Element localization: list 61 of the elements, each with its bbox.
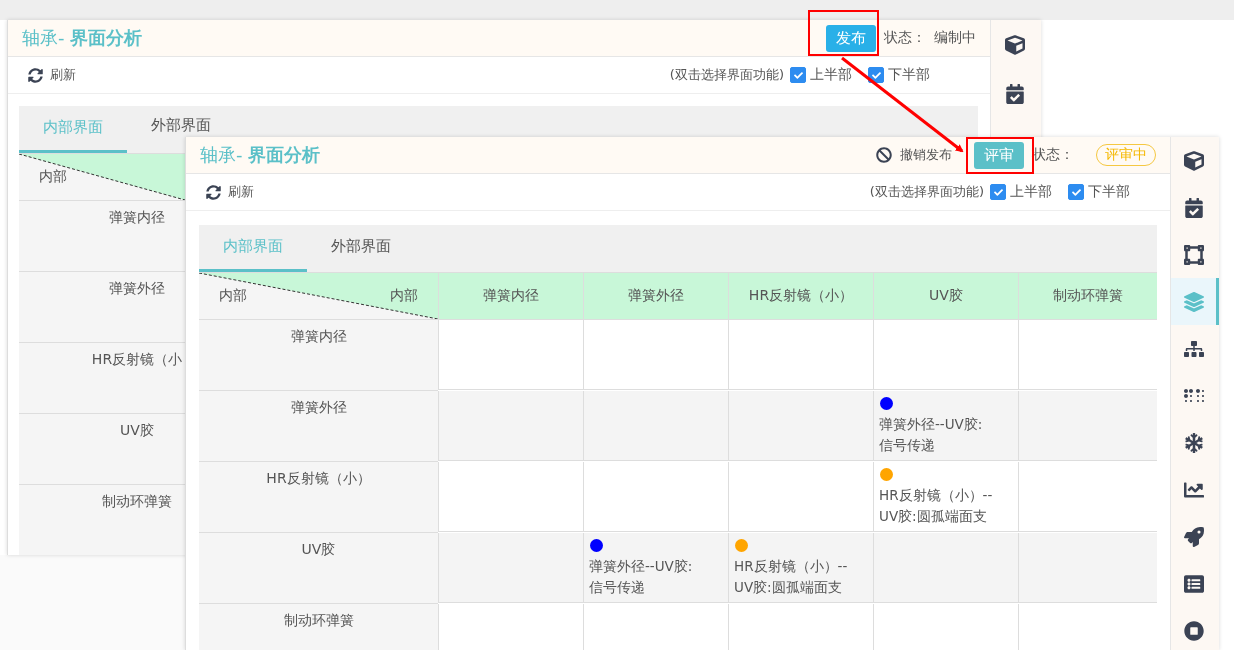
status-text: 编制中: [934, 29, 976, 47]
checkmark-icon: [793, 70, 803, 80]
cube-icon: [1183, 150, 1204, 171]
column-header: 弹簧内径: [438, 273, 583, 320]
checkbox-label: 下半部: [888, 66, 930, 84]
tab[interactable]: 外部界面: [307, 225, 415, 272]
calendar-check-icon: [1183, 197, 1204, 218]
hint-text: (双击选择界面功能): [869, 183, 984, 201]
checkbox[interactable]: [1068, 184, 1084, 200]
stop-icon: [1183, 620, 1204, 641]
list-icon: [1183, 573, 1204, 594]
interface-entry: 弹簧外径--UV胶:信号传递: [589, 557, 694, 597]
checkbox[interactable]: [790, 67, 806, 83]
row-header: HR反射镜（小）: [199, 462, 438, 533]
interface-entry: HR反射镜（小）--UV胶:圆孤端面支: [879, 486, 993, 526]
checkbox-label: 下半部: [1088, 183, 1130, 201]
tab[interactable]: 外部界面: [127, 106, 235, 138]
square-frame-icon: [1183, 244, 1204, 265]
refresh-icon: [206, 184, 221, 200]
checkbox-label: 上半部: [810, 66, 852, 84]
window-title: 轴承- 界面分析: [200, 143, 322, 167]
row-header: 弹簧外径: [199, 391, 438, 462]
column-header: UV胶: [873, 273, 1018, 320]
checkmark-icon: [993, 187, 1003, 197]
hierarchy-icon: [1183, 338, 1204, 359]
row-header: HR反射镜（小: [19, 343, 185, 414]
corner-label: 内部: [219, 287, 247, 305]
highlight-frame: [808, 10, 879, 56]
refresh-button[interactable]: 刷新: [28, 66, 664, 84]
status-label: 状态：: [884, 29, 926, 47]
row-header: UV胶: [19, 414, 185, 485]
row-header: 制动环弹簧: [199, 604, 438, 650]
checkmark-icon: [1071, 187, 1081, 197]
revoke-button[interactable]: 撤销发布: [876, 146, 966, 164]
refresh-icon: [28, 67, 43, 83]
row-header: 弹簧外径: [19, 272, 185, 343]
row-header: 弹簧内径: [199, 320, 438, 391]
rocket-icon: [1183, 526, 1204, 547]
checkbox[interactable]: [990, 184, 1006, 200]
refresh-button[interactable]: 刷新: [206, 183, 864, 201]
corner-label: 内部: [390, 287, 418, 305]
row-header: 制动环弹簧: [19, 485, 185, 555]
column-header: 制动环弹簧: [1018, 273, 1157, 320]
interface-entry: HR反射镜（小）--UV胶:圆孤端面支: [734, 557, 848, 597]
cube-icon: [1004, 34, 1025, 55]
window-title: 轴承- 界面分析: [22, 26, 144, 50]
column-header: 弹簧外径: [583, 273, 728, 320]
interface-entry: 弹簧外径--UV胶:信号传递: [879, 415, 984, 455]
hint-text: (双击选择界面功能): [669, 66, 784, 84]
checkmark-icon: [871, 70, 881, 80]
ban-icon: [876, 147, 892, 163]
snowflake-icon: [1183, 432, 1204, 453]
calendar-check-icon: [1004, 83, 1025, 104]
row-header: 弹簧内径: [19, 201, 185, 272]
corner-label: 内部: [39, 168, 67, 186]
highlight-frame: [966, 137, 1034, 174]
column-header: HR反射镜（小）: [728, 273, 873, 320]
layers-icon: [1183, 291, 1204, 312]
row-header: UV胶: [199, 533, 438, 604]
checkbox-label: 上半部: [1010, 183, 1052, 201]
checkbox[interactable]: [868, 67, 884, 83]
